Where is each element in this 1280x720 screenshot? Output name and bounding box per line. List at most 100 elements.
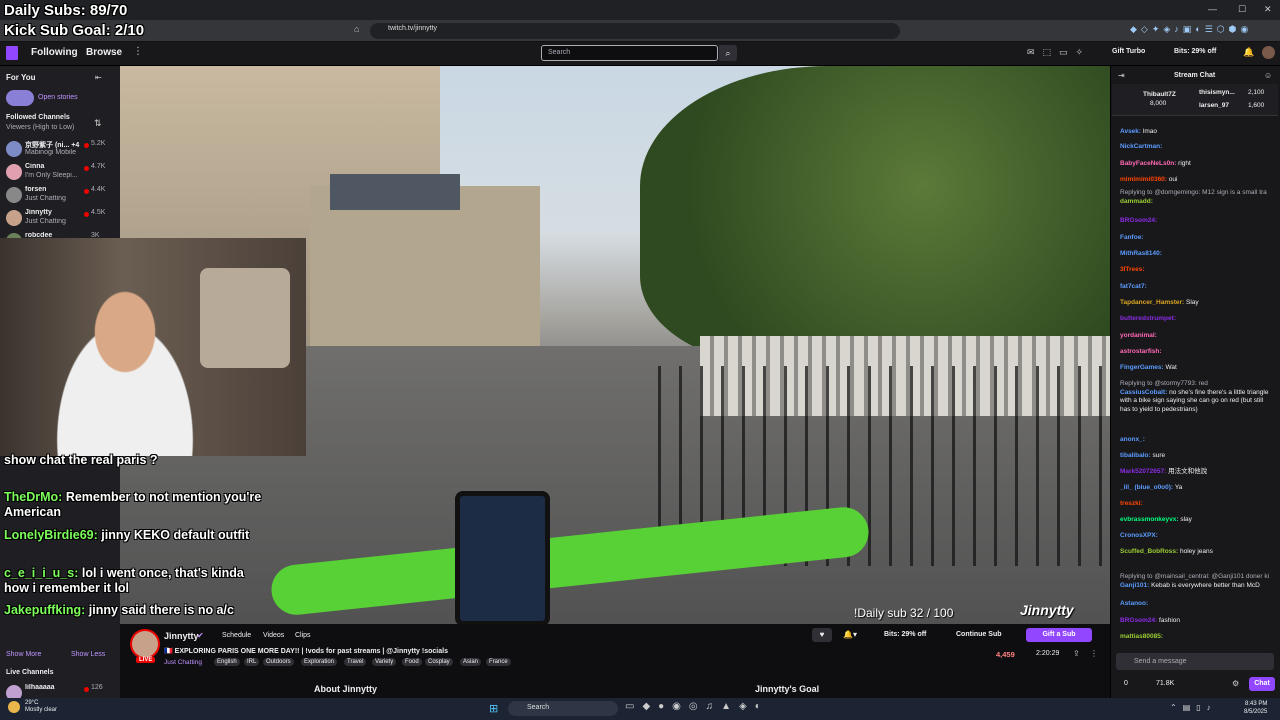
url-field[interactable] bbox=[370, 23, 900, 39]
collapse-chat-icon[interactable]: ⇥ bbox=[1118, 71, 1125, 80]
close-icon[interactable]: ✕ bbox=[1264, 4, 1272, 15]
tag[interactable]: Variety bbox=[372, 658, 397, 666]
system-tray-icons[interactable]: ⌃▤▯♪ bbox=[1170, 703, 1217, 712]
leaderboard-name[interactable]: thisismyn... bbox=[1199, 89, 1235, 96]
tag[interactable]: Asian bbox=[460, 658, 482, 666]
follow-heart-button[interactable]: ♥ bbox=[812, 628, 832, 642]
continue-sub-button[interactable]: Continue Sub bbox=[956, 631, 1002, 638]
sidebar-channel[interactable]: Cinna I'm Only Sleepi... 4.7K bbox=[0, 161, 118, 183]
chat-username[interactable]: yordanimal: bbox=[1120, 332, 1157, 339]
user-avatar[interactable] bbox=[1262, 46, 1275, 59]
chat-username[interactable]: tibalibalo: bbox=[1120, 452, 1151, 459]
chat-username[interactable]: astrostarfish: bbox=[1120, 348, 1162, 355]
chat-username[interactable]: 3lTrees: bbox=[1120, 266, 1145, 273]
windows-start-icon[interactable]: ⊞ bbox=[489, 702, 498, 715]
chat-username[interactable]: treszki: bbox=[1120, 500, 1143, 507]
chat-reply-context[interactable]: Replying to @mainsail_central: @Ganji101… bbox=[1120, 573, 1274, 582]
chat-username[interactable]: Ganji101: bbox=[1120, 582, 1149, 589]
tag[interactable]: Outdoors bbox=[263, 658, 294, 666]
chat-username[interactable]: CassiusCobalt: bbox=[1120, 389, 1167, 396]
stories-avatar[interactable] bbox=[6, 90, 34, 106]
tab-clips[interactable]: Clips bbox=[295, 632, 311, 639]
extension-icons[interactable]: ◆◇✦◈♪▣◐☰⬡⬢◉ bbox=[1130, 24, 1252, 35]
tab-schedule[interactable]: Schedule bbox=[222, 632, 251, 639]
chat-username[interactable]: Tapdancer_Hamster: bbox=[1120, 299, 1184, 306]
chat-username[interactable]: mattias80085: bbox=[1120, 633, 1163, 640]
tag[interactable]: Cosplay bbox=[425, 658, 453, 666]
chat-username[interactable]: Mark52072657: bbox=[1120, 468, 1166, 475]
leaderboard-name[interactable]: Thibault7Z bbox=[1143, 91, 1176, 98]
chat-username[interactable]: BRGsom24: bbox=[1120, 617, 1157, 624]
open-stories-link[interactable]: Open stories bbox=[38, 94, 78, 101]
sidebar-channel[interactable]: 京野紫子 (ni... +4 Mabinogi Mobile 5.2K bbox=[0, 138, 118, 160]
taskbar-search[interactable] bbox=[508, 701, 618, 716]
weather-icon[interactable] bbox=[8, 701, 20, 713]
chat-username[interactable]: Fanfoe: bbox=[1120, 234, 1143, 241]
show-more-link[interactable]: Show More bbox=[6, 651, 41, 658]
twitch-logo-icon[interactable] bbox=[6, 46, 18, 60]
channel-avatar-large[interactable] bbox=[130, 629, 160, 659]
chat-username[interactable]: CronosXPX: bbox=[1120, 532, 1158, 539]
maximize-icon[interactable]: ☐ bbox=[1238, 4, 1246, 15]
gift-turbo-button[interactable]: Gift Turbo bbox=[1112, 48, 1145, 55]
bits-button[interactable]: Bits: 29% off bbox=[1174, 48, 1216, 55]
nav-following[interactable]: Following bbox=[31, 47, 78, 58]
chat-username[interactable]: anonx_: bbox=[1120, 436, 1145, 443]
sidebar-channel[interactable]: Jinnytty Just Chatting 4.5K bbox=[0, 207, 118, 229]
bits-discount-button[interactable]: Bits: 29% off bbox=[884, 631, 926, 638]
share-icon[interactable]: ⇪ bbox=[1073, 649, 1080, 658]
more-options-icon[interactable]: ⋮ bbox=[1090, 649, 1098, 658]
tag[interactable]: English bbox=[214, 658, 240, 666]
sort-icon[interactable]: ⇅ bbox=[94, 118, 102, 129]
taskbar-clock[interactable]: 8:43 PM 8/5/2025 bbox=[1244, 700, 1267, 716]
chat-username[interactable]: Scuffed_BobRoss: bbox=[1120, 548, 1178, 555]
chat-username[interactable]: evbrassmonkeyvx: bbox=[1120, 516, 1179, 523]
chat-reply-context[interactable]: Replying to @domgemingo: M12 sign is a s… bbox=[1120, 189, 1274, 198]
weather-widget[interactable]: 29°C Mostly clear bbox=[25, 700, 57, 714]
chat-username[interactable]: Avsek: bbox=[1120, 128, 1141, 135]
chat-username[interactable]: MithRas8140: bbox=[1120, 250, 1162, 257]
chat-username[interactable]: _ill_ (blue_o0o0): bbox=[1120, 484, 1173, 491]
chat-username[interactable]: FingerGames: bbox=[1120, 364, 1164, 371]
chat-username[interactable]: butteredstrumpet: bbox=[1120, 315, 1176, 322]
tag[interactable]: Travel bbox=[344, 658, 367, 666]
bookmark-icon[interactable]: ⌂ bbox=[354, 24, 359, 34]
minimize-icon[interactable]: — bbox=[1208, 4, 1217, 14]
chat-username[interactable]: fat7cat7: bbox=[1120, 283, 1147, 290]
chat-reply-context[interactable]: Replying to @stormy7793: red bbox=[1120, 380, 1274, 389]
chat-username[interactable]: BabyFaceNeLs0n: bbox=[1120, 160, 1176, 167]
sidebar-channel[interactable]: forsen Just Chatting 4.4K bbox=[0, 184, 118, 206]
chat-username[interactable]: dammadd: bbox=[1120, 198, 1153, 205]
category-link[interactable]: Just Chatting bbox=[164, 659, 202, 666]
tag[interactable]: IRL bbox=[244, 658, 260, 666]
chat-message: fat7cat7: bbox=[1120, 283, 1274, 292]
tag[interactable]: France bbox=[486, 658, 511, 666]
nav-action-icons[interactable]: ✉⬚▭✧ bbox=[1027, 47, 1091, 58]
notifications-icon[interactable]: 🔔 bbox=[1243, 47, 1254, 58]
taskbar-app-icons[interactable]: ▭◆●◉◎♫▲◈◐ bbox=[625, 701, 769, 712]
chat-send-button[interactable]: Chat bbox=[1249, 677, 1275, 691]
channel-points-b[interactable]: 71.8K bbox=[1156, 680, 1174, 687]
chat-username[interactable]: BRGsom24: bbox=[1120, 217, 1157, 224]
tag[interactable]: Food bbox=[402, 658, 422, 666]
tab-videos[interactable]: Videos bbox=[263, 632, 284, 639]
tag[interactable]: Exploration bbox=[301, 658, 338, 666]
channel-avatar bbox=[6, 164, 22, 180]
channel-name-heading[interactable]: Jinnytty bbox=[164, 631, 199, 641]
leaderboard-name[interactable]: larsen_97 bbox=[1199, 102, 1229, 109]
channel-points-a[interactable]: 0 bbox=[1124, 680, 1128, 687]
chat-username[interactable]: NickCartman: bbox=[1120, 143, 1162, 150]
chat-message: BRGsom24: bbox=[1120, 217, 1274, 226]
show-less-link[interactable]: Show Less bbox=[71, 651, 105, 658]
search-button[interactable]: ⌕ bbox=[719, 45, 737, 61]
chat-username[interactable]: mimimimi0360: bbox=[1120, 176, 1167, 183]
chat-users-icon[interactable]: ☺ bbox=[1264, 71, 1272, 80]
chat-username[interactable]: Astanoo: bbox=[1120, 600, 1148, 607]
gift-sub-button[interactable]: Gift a Sub bbox=[1026, 628, 1092, 642]
sidebar-channel[interactable]: lilhaaaaa 126 bbox=[0, 682, 118, 698]
collapse-sidebar-icon[interactable]: ⇤ bbox=[95, 73, 102, 82]
more-icon[interactable]: ⋮ bbox=[133, 46, 143, 57]
nav-browse[interactable]: Browse bbox=[86, 47, 122, 58]
notification-bell-icon[interactable]: 🔔▾ bbox=[843, 630, 857, 639]
chat-settings-icon[interactable]: ⚙ bbox=[1232, 679, 1239, 688]
